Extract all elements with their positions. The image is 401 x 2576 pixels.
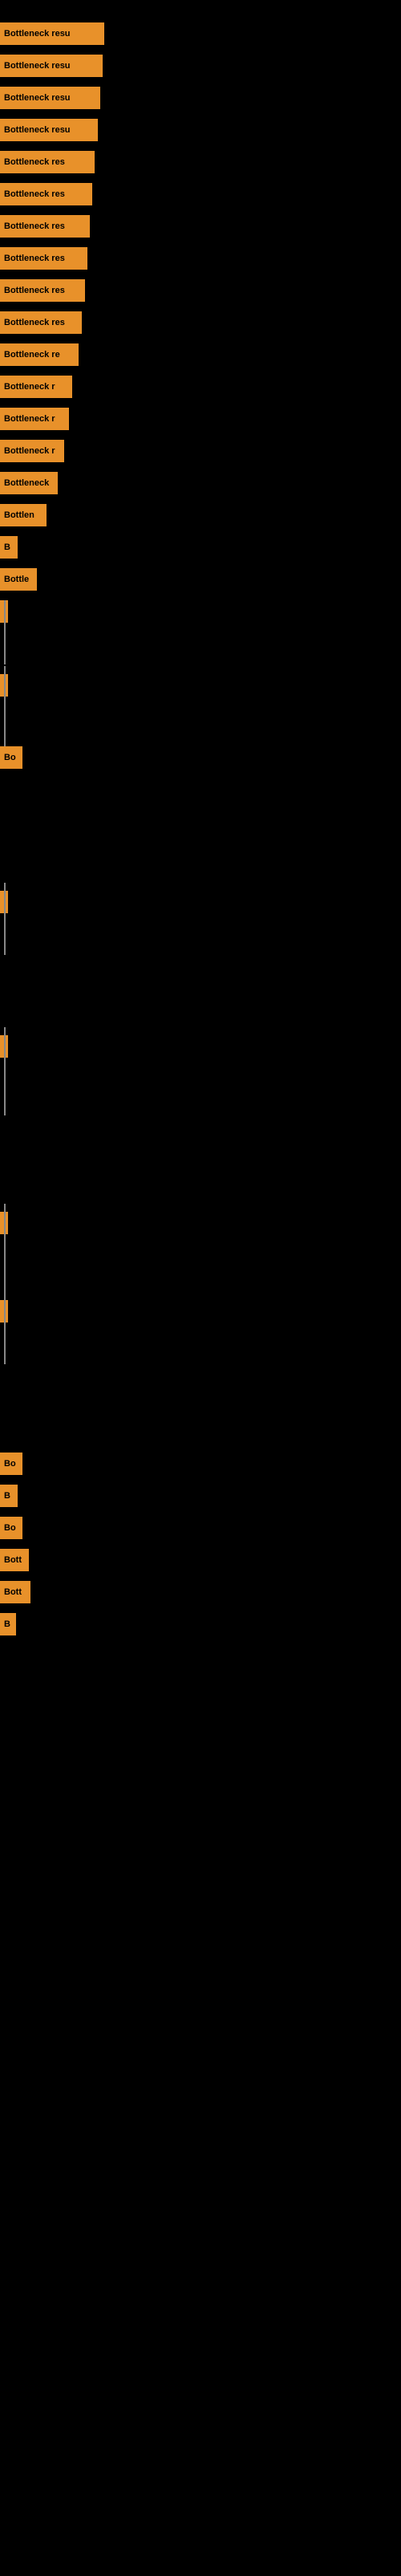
vertical-line [4, 1292, 6, 1364]
bar-label: Bottleneck res [0, 215, 90, 238]
bar-label: Bottleneck res [0, 183, 92, 205]
bar-row: Bottleneck r [0, 440, 64, 462]
bar-row: B [0, 1613, 16, 1635]
bar-label: Bottleneck r [0, 440, 64, 462]
bar-label: Bottleneck resu [0, 87, 100, 109]
bar-label: B [0, 536, 18, 559]
vertical-line [4, 1204, 6, 1300]
bar-row: Bottleneck res [0, 279, 85, 302]
bar-label: Bo [0, 746, 22, 769]
bar-row: Bottleneck resu [0, 55, 103, 77]
bar-label: Bottleneck re [0, 343, 79, 366]
bar-row: Bottleneck re [0, 343, 79, 366]
bar-label: Bottle [0, 568, 37, 591]
bar-label: Bo [0, 1517, 22, 1539]
bar-label: B [0, 1613, 16, 1635]
bar-label: Bottleneck res [0, 151, 95, 173]
vertical-line [4, 666, 6, 746]
bar-label: Bottleneck res [0, 247, 87, 270]
bar-row: Bott [0, 1581, 30, 1603]
bar-label: Bottlen [0, 504, 47, 526]
bar-row: B [0, 1485, 18, 1507]
bar-row: Bottleneck res [0, 215, 90, 238]
bar-label: Bottleneck resu [0, 119, 98, 141]
vertical-line [4, 883, 6, 955]
bar-row: Bottlen [0, 504, 47, 526]
bar-row: Bo [0, 1453, 22, 1475]
bar-label: Bottleneck r [0, 376, 72, 398]
bar-label: Bottleneck res [0, 279, 85, 302]
bar-label: Bottleneck [0, 472, 58, 494]
bar-row: Bottleneck resu [0, 87, 100, 109]
bar-row: Bottleneck resu [0, 119, 98, 141]
bar-label: Bott [0, 1549, 29, 1571]
bar-row: B [0, 536, 18, 559]
bar-row: Bo [0, 746, 22, 769]
bar-label: Bo [0, 1453, 22, 1475]
bar-label: Bottleneck resu [0, 55, 103, 77]
bar-label: B [0, 1485, 18, 1507]
bar-row: Bottleneck res [0, 151, 95, 173]
bar-row: Bottleneck res [0, 183, 92, 205]
bar-row: Bottleneck res [0, 311, 82, 334]
vertical-line [4, 600, 6, 664]
bar-row: Bottleneck [0, 472, 58, 494]
vertical-line [4, 1027, 6, 1115]
bar-label: Bottleneck res [0, 311, 82, 334]
bar-row: Bottleneck r [0, 376, 72, 398]
bar-row: Bo [0, 1517, 22, 1539]
bar-row: Bottle [0, 568, 37, 591]
bar-label: Bottleneck resu [0, 22, 104, 45]
bar-row: Bottleneck r [0, 408, 69, 430]
bar-label: Bott [0, 1581, 30, 1603]
bar-label: Bottleneck r [0, 408, 69, 430]
bar-row: Bottleneck resu [0, 22, 104, 45]
bar-row: Bott [0, 1549, 29, 1571]
bar-row: Bottleneck res [0, 247, 87, 270]
site-title [0, 0, 401, 8]
